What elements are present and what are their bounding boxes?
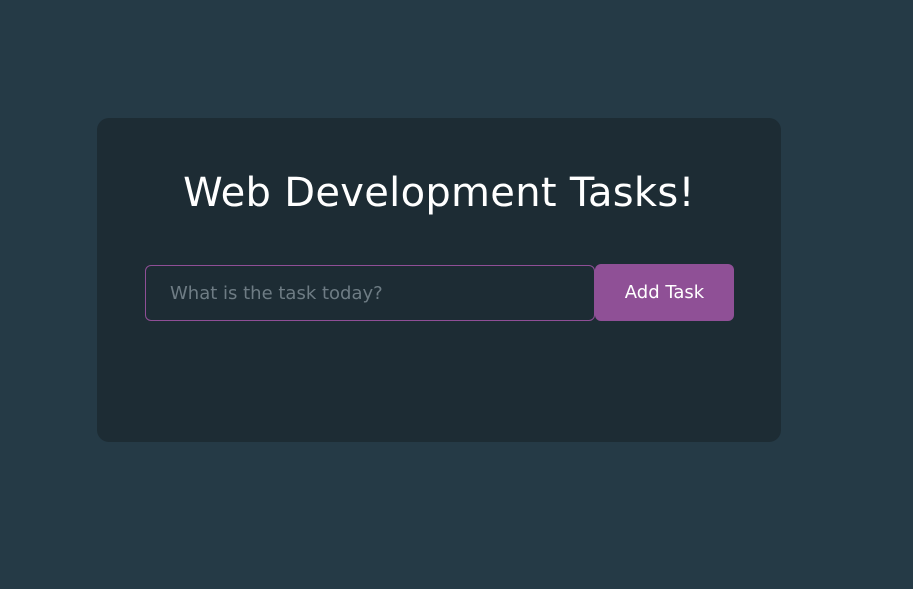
page-title: Web Development Tasks! xyxy=(183,170,695,216)
add-task-button[interactable]: Add Task xyxy=(595,264,734,321)
task-input[interactable] xyxy=(145,265,595,321)
task-card: Web Development Tasks! Add Task xyxy=(97,118,781,442)
task-form: Add Task xyxy=(145,264,734,321)
